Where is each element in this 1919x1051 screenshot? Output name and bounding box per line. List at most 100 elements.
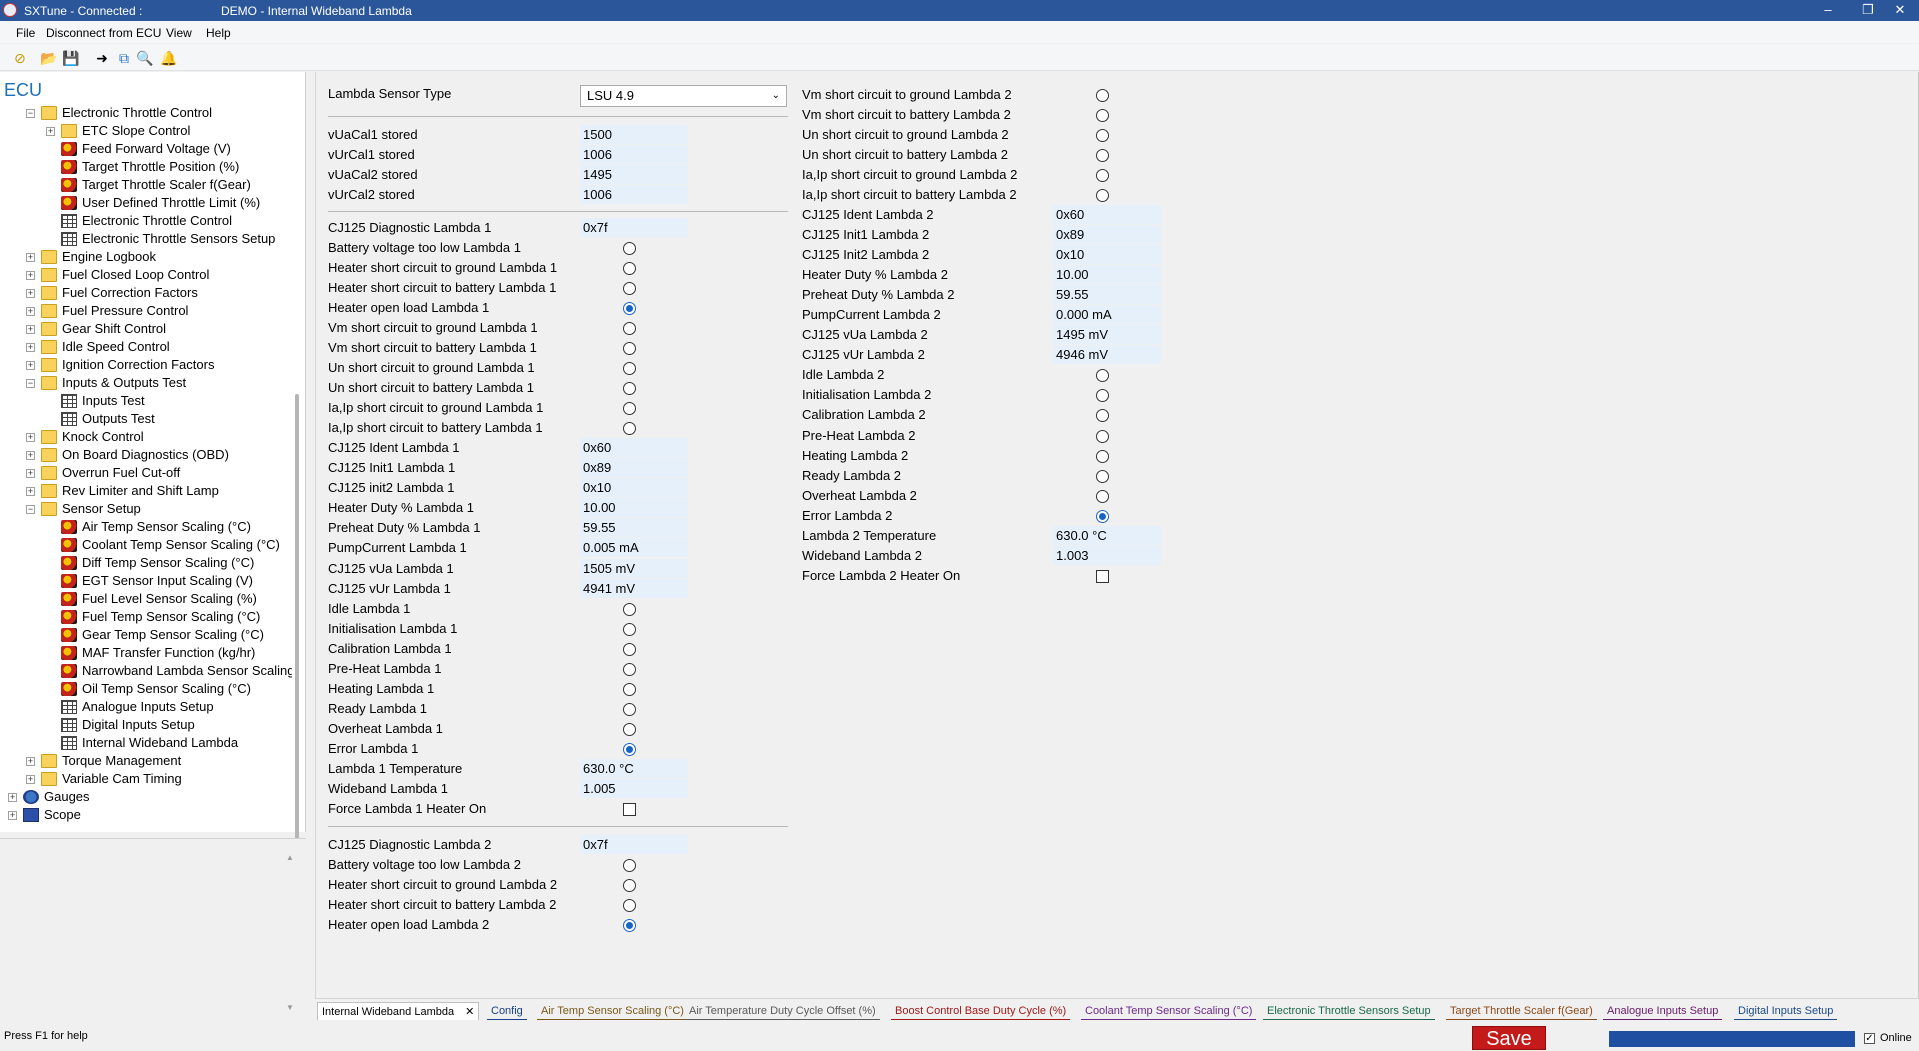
checkbox-force-lambda-1-heater-on[interactable] [623,802,636,816]
tree-expander-icon[interactable]: − [26,109,35,118]
folder-icon [41,340,57,354]
scroll-up-icon[interactable]: ▲ [286,853,294,862]
field-label-ia-ip-short-circuit-to-battery-lambda-1: Ia,Ip short circuit to battery Lambda 1 [328,420,543,436]
tree-item-label: Sensor Setup [62,501,141,516]
field-label-force-lambda-2-heater-on: Force Lambda 2 Heater On [802,567,961,583]
tab-config[interactable]: Config [487,1002,527,1020]
tree-expander-icon[interactable]: + [46,127,55,136]
field-value-cj125-init2-lambda-1: 0x10 [580,478,688,498]
tab-digital-inputs-setup[interactable]: Digital Inputs Setup [1734,1002,1838,1020]
tree-item-label: Narrowband Lambda Sensor Scaling [82,663,292,678]
checkbox-force-lambda-2-heater-on[interactable] [1096,569,1109,583]
field-label-ia-ip-short-circuit-to-ground-lambda-1: Ia,Ip short circuit to ground Lambda 1 [328,400,544,416]
map-icon [61,196,77,210]
status-radio-ia-ip-short-circuit-to-ground-lambda-2 [1096,169,1109,183]
field-label-ia-ip-short-circuit-to-battery-lambda-2: Ia,Ip short circuit to battery Lambda 2 [802,187,1017,203]
status-radio-un-short-circuit-to-ground-lambda-2 [1096,129,1109,143]
status-radio-heating-lambda-2 [1096,449,1109,463]
field-label-idle-lambda-2: Idle Lambda 2 [802,367,885,383]
field-label-battery-voltage-too-low-lambda-1: Battery voltage too low Lambda 1 [328,240,521,256]
map-icon [61,556,77,570]
tree-expander-icon[interactable]: + [26,469,35,478]
field-label-pre-heat-lambda-2: Pre-Heat Lambda 2 [802,427,916,443]
map-icon [61,160,77,174]
save-button[interactable]: Save [1472,1026,1546,1050]
tree-expander-icon[interactable]: + [26,343,35,352]
save-disk-icon[interactable]: 💾 [62,49,80,67]
separator [328,211,788,212]
tree-expander-icon[interactable]: + [8,811,17,820]
close-tab-icon[interactable]: ✕ [462,1006,474,1018]
alert-icon[interactable]: 🔔 [160,49,178,67]
tab-air-temp-sensor-scaling-c[interactable]: Air Temp Sensor Scaling (°C) [537,1002,688,1020]
tab-electronic-throttle-sensors-setup[interactable]: Electronic Throttle Sensors Setup [1263,1002,1435,1020]
tab-coolant-temp-sensor-scaling-c[interactable]: Coolant Temp Sensor Scaling (°C) [1081,1002,1257,1020]
connect-icon[interactable]: ⊘ [11,49,29,67]
field-label-ready-lambda-2: Ready Lambda 2 [802,467,902,483]
status-radio-un-short-circuit-to-battery-lambda-2 [1096,149,1109,163]
tree-vertical-scrollbar[interactable] [295,394,299,854]
online-checkbox[interactable]: ✓ [1864,1033,1875,1044]
sensor-type-dropdown[interactable]: LSU 4.9 ⌄ [580,85,787,107]
tab-target-throttle-scaler-f-gear[interactable]: Target Throttle Scaler f(Gear) [1446,1002,1597,1020]
tree-expander-icon[interactable]: + [26,451,35,460]
chevron-down-icon: ⌄ [771,90,780,101]
status-radio-un-short-circuit-to-battery-lambda-1 [623,382,636,396]
tree-expander-icon[interactable]: + [26,433,35,442]
field-value-cj125-init1-lambda-1: 0x89 [580,458,688,478]
status-radio-heater-short-circuit-to-battery-lambda-1 [623,282,636,296]
tree-expander-icon[interactable]: + [26,325,35,334]
field-label-cj125-ident-lambda-1: CJ125 Ident Lambda 1 [328,440,460,456]
status-radio-vm-short-circuit-to-battery-lambda-1 [623,342,636,356]
tree-item-label: Torque Management [62,753,182,768]
tab-air-temperature-duty-cycle-offset[interactable]: Air Temperature Duty Cycle Offset (%) [685,1002,880,1020]
search-icon[interactable]: 🔍 [136,49,154,67]
tree-expander-icon[interactable]: + [26,487,35,496]
grid-icon [61,700,77,714]
open-folder-icon[interactable]: 📂 [40,49,58,67]
tree-item-label: Target Throttle Scaler f(Gear) [82,177,251,192]
folder-icon [41,358,57,372]
tree-expander-icon[interactable]: + [26,271,35,280]
menu-file[interactable]: File [16,26,35,40]
arrow-right-icon[interactable]: ➜ [93,49,111,67]
tree-expander-icon[interactable]: + [26,307,35,316]
tree-expander-icon[interactable]: + [26,775,35,784]
tree-expander-icon[interactable]: + [26,253,35,262]
field-value-preheat-duty-lambda-1: 59.55 [580,518,688,538]
field-label-pumpcurrent-lambda-1: PumpCurrent Lambda 1 [328,540,467,556]
sensor-type-label: Lambda Sensor Type [328,86,452,101]
menu-help[interactable]: Help [206,26,231,40]
tab-label: Digital Inputs Setup [1738,1005,1834,1017]
menu-disconnect[interactable]: Disconnect from ECU [46,26,161,40]
close-icon[interactable]: ✕ [1880,2,1919,18]
menu-view[interactable]: View [166,26,192,40]
field-value-heater-duty-lambda-1: 10.00 [580,498,688,518]
tree-expander-icon[interactable]: − [26,505,35,514]
tree-expander-icon[interactable]: + [26,757,35,766]
map-icon [61,538,77,552]
tree-expander-icon[interactable]: − [26,379,35,388]
status-radio-vm-short-circuit-to-battery-lambda-2 [1096,109,1109,123]
tree-item-label: Engine Logbook [62,249,156,264]
field-value-cj125-diagnostic-lambda-1: 0x7f [580,218,688,237]
minimize-icon[interactable]: – [1808,2,1848,17]
tree-item-label: On Board Diagnostics (OBD) [62,447,229,462]
tab-label: Analogue Inputs Setup [1607,1005,1719,1017]
separator [328,826,788,827]
tab-boost-control-base-duty-cycle[interactable]: Boost Control Base Duty Cycle (%) [891,1002,1071,1020]
field-label-vurcal2-stored: vUrCal2 stored [328,187,415,202]
tree-expander-icon[interactable]: + [26,361,35,370]
ecu-tree[interactable]: − Electronic Throttle Control + ETC Slope C… [0,104,292,856]
tab-internal-wideband-lambda[interactable]: Internal Wideband Lambda ✕ [317,1002,480,1020]
tab-analogue-inputs-setup[interactable]: Analogue Inputs Setup [1603,1002,1723,1020]
tree-item-label: Digital Inputs Setup [82,717,195,732]
status-radio-ready-lambda-2 [1096,469,1109,483]
folder-icon [41,430,57,444]
tree-expander-icon[interactable]: + [26,289,35,298]
map-icon [61,142,77,156]
copy-icon[interactable]: ⧉ [115,49,133,67]
field-label-cj125-init1-lambda-1: CJ125 Init1 Lambda 1 [328,460,456,476]
scroll-down-icon[interactable]: ▼ [286,1003,294,1012]
tree-expander-icon[interactable]: + [8,793,17,802]
